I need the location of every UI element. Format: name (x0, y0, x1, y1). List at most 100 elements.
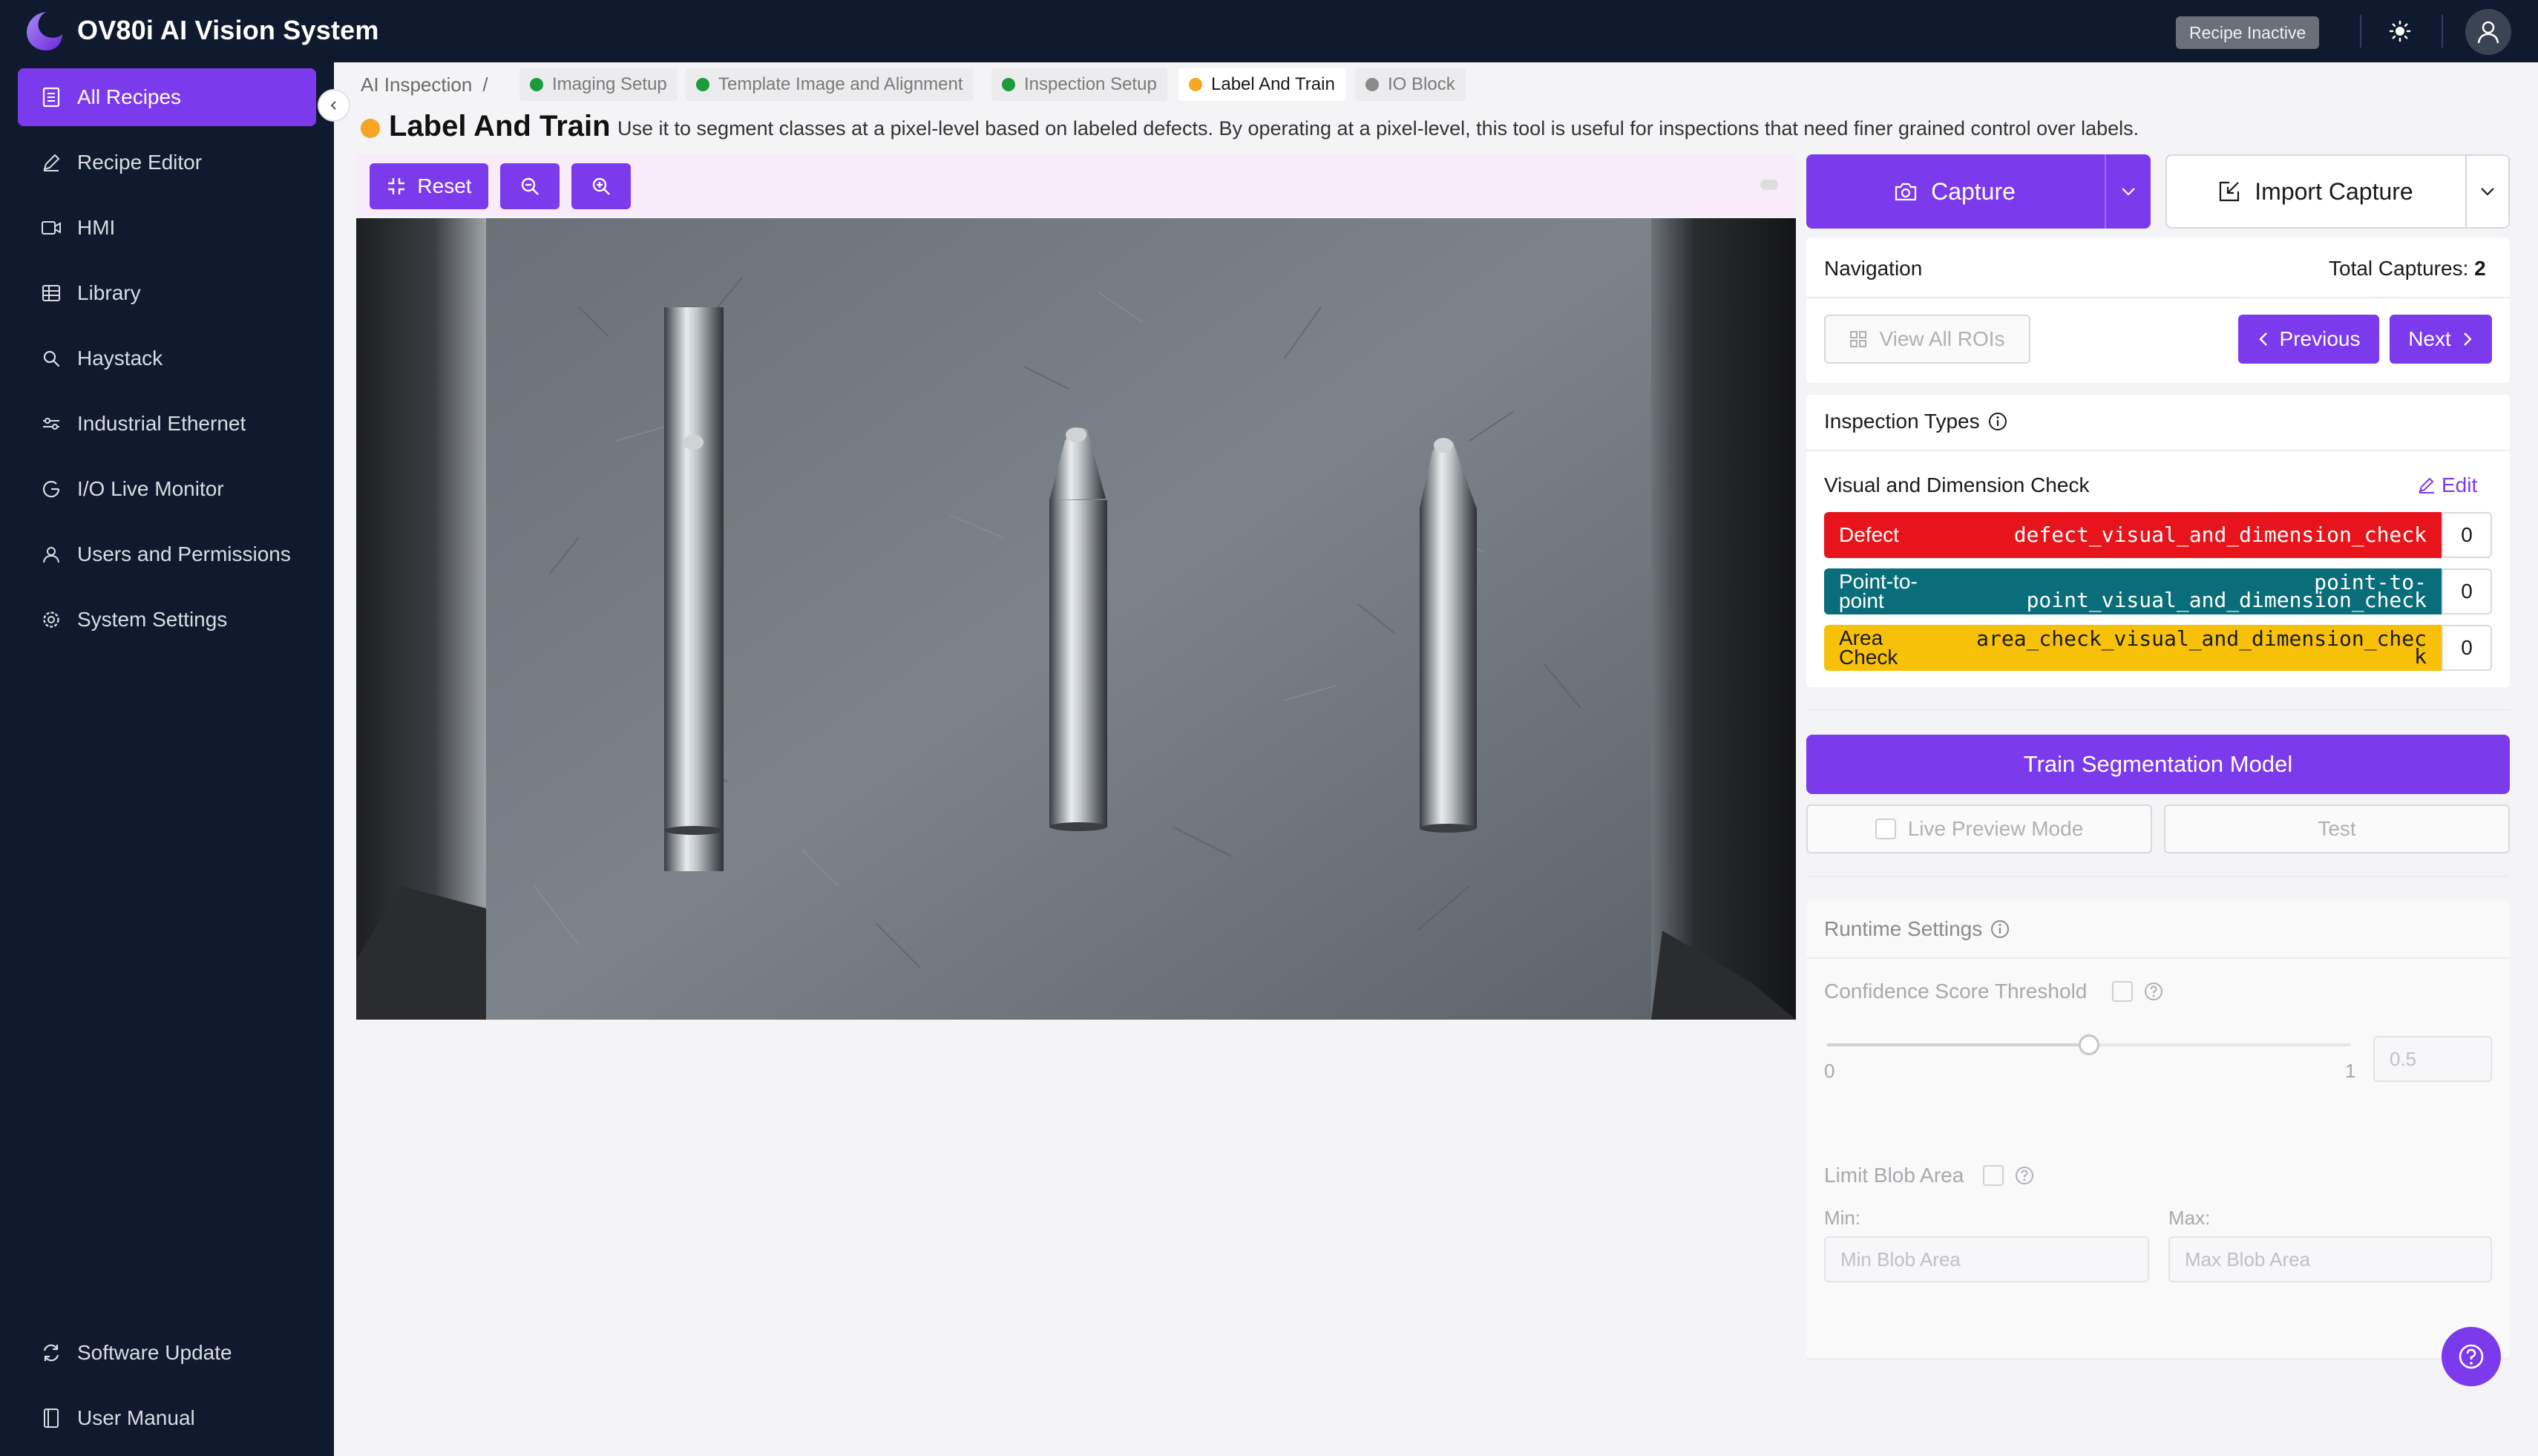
train-segmentation-model-button[interactable]: Train Segmentation Model (1806, 735, 2510, 794)
capture-dropdown-button[interactable] (2106, 154, 2151, 229)
zoom-out-button[interactable] (500, 163, 560, 209)
pencil-icon (40, 151, 62, 174)
help-icon (2459, 1344, 2484, 1369)
limit-blob-area-checkbox[interactable] (1983, 1165, 2004, 1186)
tab-io-block[interactable]: IO Block (1355, 68, 1466, 101)
class-count: 0 (2442, 625, 2492, 671)
sidebar-item-recipe-editor[interactable]: Recipe Editor (18, 134, 316, 191)
help-icon[interactable] (2143, 981, 2164, 1002)
chevron-down-icon (2481, 188, 2494, 196)
zoom-in-button[interactable] (571, 163, 631, 209)
sidebar-item-system-settings[interactable]: System Settings (18, 591, 316, 649)
slider-thumb[interactable] (2079, 1034, 2099, 1055)
sidebar-item-industrial-ethernet[interactable]: Industrial Ethernet (18, 395, 316, 453)
recipe-status-badge: Recipe Inactive (2176, 16, 2320, 49)
grid-icon (1850, 331, 1867, 347)
tab-inspection-setup[interactable]: Inspection Setup (991, 68, 1167, 101)
max-label: Max: (2168, 1207, 2211, 1229)
min-blob-area-input[interactable]: Min Blob Area (1824, 1236, 2149, 1282)
tab-imaging-setup[interactable]: Imaging Setup (519, 68, 678, 101)
threshold-input[interactable]: 0.5 (2373, 1036, 2492, 1082)
help-button[interactable] (2442, 1327, 2501, 1386)
divider (1806, 876, 2510, 877)
document-list-icon (40, 86, 62, 108)
tab-label: Template Image and Alignment (718, 74, 963, 94)
sidebar-item-label: All Recipes (77, 85, 182, 108)
status-dot (530, 78, 543, 91)
divider (1806, 709, 2510, 711)
help-icon[interactable] (2014, 1165, 2035, 1186)
sidebar-item-users-and-permissions[interactable]: Users and Permissions (18, 525, 316, 583)
import-icon (2220, 181, 2240, 202)
previous-button[interactable]: Previous (2238, 315, 2379, 364)
edit-button[interactable]: Edit (2418, 473, 2477, 497)
live-preview-mode-toggle[interactable]: Live Preview Mode (1806, 804, 2152, 853)
breadcrumb-root[interactable]: AI Inspection (361, 73, 472, 96)
divider (1806, 450, 2510, 451)
sidebar-item-io-live-monitor[interactable]: I/O Live Monitor (18, 460, 316, 518)
monitor-icon (40, 478, 62, 500)
import-capture-button[interactable]: Import Capture (2167, 156, 2464, 227)
checkbox[interactable] (1875, 819, 1896, 839)
class-name: Defect (1839, 523, 1899, 546)
sidebar-item-label: Recipe Editor (77, 151, 203, 174)
edit-label: Edit (2442, 473, 2478, 496)
max-blob-area-input[interactable]: Max Blob Area (2168, 1236, 2492, 1282)
sidebar-item-hmi[interactable]: HMI (18, 199, 316, 257)
inspection-types-header: Inspection Types (1824, 410, 2008, 433)
info-icon[interactable] (1990, 919, 2010, 939)
confidence-slider[interactable] (1827, 1034, 2351, 1055)
view-all-rois-button[interactable]: View All ROIs (1824, 315, 2030, 364)
next-label: Next (2408, 327, 2451, 350)
theme-toggle-button[interactable] (2379, 10, 2421, 52)
sidebar-item-library[interactable]: Library (18, 264, 316, 322)
top-bar: OV80i AI Vision System Recipe Inactive (0, 0, 2538, 62)
class-id: area_check_visual_and_dimension_check (1976, 626, 2427, 669)
sidebar-item-haystack[interactable]: Haystack (18, 329, 316, 387)
class-row-area-check[interactable]: Area Check area_check_visual_and_dimensi… (1824, 625, 2442, 671)
sidebar-collapse-button[interactable] (318, 89, 350, 122)
info-icon[interactable] (1987, 411, 2008, 432)
total-captures-value: 2 (2474, 257, 2486, 280)
capture-button[interactable]: Capture (1806, 154, 2103, 229)
breadcrumb-separator: / (482, 73, 488, 96)
sidebar-item-all-recipes[interactable]: All Recipes (18, 68, 316, 126)
min-label: Min: (1824, 1207, 1861, 1229)
status-dot (1002, 78, 1015, 91)
class-row-defect[interactable]: Defect defect_visual_and_dimension_check (1824, 512, 2442, 558)
tab-label: Imaging Setup (552, 74, 667, 94)
chevron-left-icon (330, 101, 336, 110)
reset-label: Reset (417, 174, 472, 197)
video-icon (40, 217, 62, 239)
class-row-point-to-point[interactable]: Point-to-point point-to-point_visual_and… (1824, 568, 2442, 614)
class-id: point-to-point_visual_and_dimension_chec… (2026, 570, 2427, 612)
tab-template-image-and-alignment[interactable]: Template Image and Alignment (686, 68, 974, 101)
tab-label-and-train[interactable]: Label And Train (1178, 68, 1345, 101)
class-id: defect_visual_and_dimension_check (2013, 522, 2427, 547)
zoom-out-icon (521, 177, 539, 195)
sidebar-item-label: Industrial Ethernet (77, 412, 246, 435)
sidebar-item-software-update[interactable]: Software Update (18, 1324, 316, 1382)
refresh-icon (40, 1342, 62, 1364)
capture-image-canvas[interactable] (356, 218, 1796, 1020)
camera-icon (1895, 183, 1917, 201)
status-dot (361, 119, 380, 138)
reset-button[interactable]: Reset (370, 163, 488, 209)
sidebar-item-label: HMI (77, 216, 116, 239)
divider (1806, 1358, 2510, 1360)
sidebar-item-label: User Manual (77, 1406, 195, 1429)
confidence-threshold-checkbox[interactable] (2112, 981, 2133, 1002)
breadcrumb: AI Inspection / (361, 71, 488, 98)
inspection-types-heading: Inspection Types (1824, 410, 1980, 433)
next-button[interactable]: Next (2390, 315, 2492, 364)
import-dropdown-button[interactable] (2467, 156, 2508, 227)
confidence-threshold-label: Confidence Score Threshold (1824, 980, 2088, 1003)
page-title: Label And Train (389, 110, 611, 142)
test-button[interactable]: Test (2164, 804, 2510, 853)
inspection-group-name: Visual and Dimension Check (1824, 473, 2090, 496)
pencil-icon (2419, 477, 2434, 493)
sidebar-item-label: System Settings (77, 608, 228, 631)
sidebar-item-user-manual[interactable]: User Manual (18, 1389, 316, 1447)
slider-fill (1827, 1043, 2089, 1046)
user-avatar-button[interactable] (2465, 9, 2511, 55)
